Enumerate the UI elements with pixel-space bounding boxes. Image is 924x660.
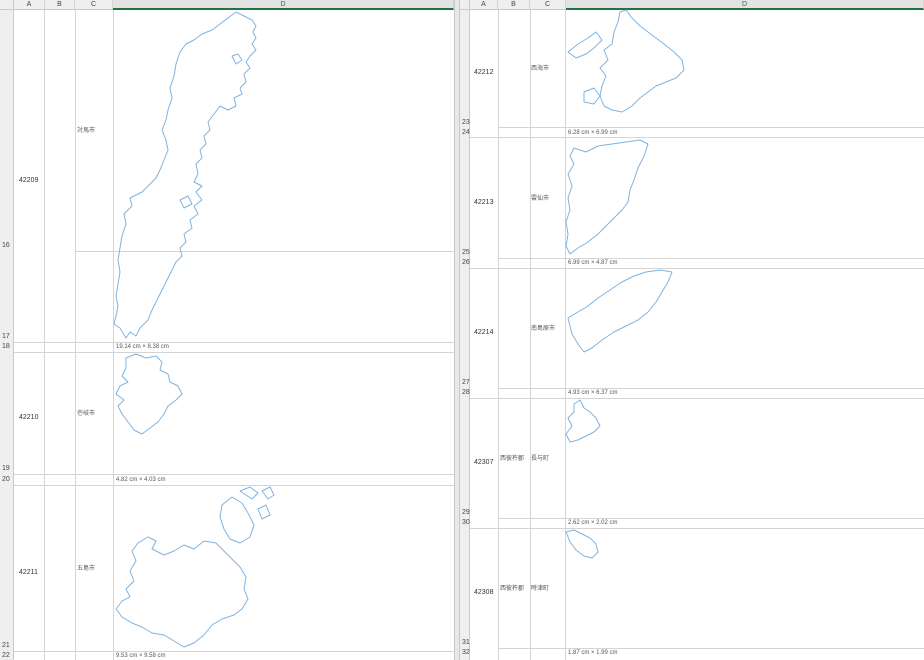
cell-size[interactable]: 6.99 cm × 4.87 cm bbox=[568, 259, 618, 267]
map-nagayo[interactable] bbox=[564, 398, 604, 446]
row-number[interactable]: 32 bbox=[460, 649, 470, 657]
grid-line bbox=[470, 137, 924, 138]
cell-city[interactable]: 壱岐市 bbox=[77, 410, 95, 418]
cell-size[interactable]: 1.87 cm × 1.99 cm bbox=[568, 649, 618, 657]
grid-line bbox=[14, 474, 454, 475]
map-iki[interactable] bbox=[112, 352, 186, 438]
cell-size[interactable]: 2.62 cm × 2.02 cm bbox=[568, 519, 618, 527]
row-number[interactable]: 22 bbox=[0, 652, 10, 660]
grid-line bbox=[498, 10, 499, 660]
cell-city[interactable]: 西海市 bbox=[531, 65, 549, 73]
cell-code[interactable]: 42307 bbox=[474, 459, 493, 467]
row-number[interactable]: 17 bbox=[0, 333, 10, 341]
row-number[interactable]: 16 bbox=[0, 242, 10, 250]
row-number[interactable]: 24 bbox=[460, 129, 470, 137]
cell-city[interactable]: 対馬市 bbox=[77, 127, 95, 135]
cell-city[interactable]: 長与町 bbox=[531, 455, 549, 463]
row-number[interactable]: 21 bbox=[0, 642, 10, 650]
grid-line bbox=[470, 268, 924, 269]
cell-city[interactable]: 時津町 bbox=[531, 585, 549, 593]
cell-code[interactable]: 42209 bbox=[19, 177, 38, 185]
select-all-corner[interactable] bbox=[0, 0, 14, 10]
column-header-c[interactable]: C bbox=[75, 0, 113, 10]
cell-size[interactable]: 4.93 cm × 6.37 cm bbox=[568, 389, 618, 397]
map-unzen[interactable] bbox=[564, 138, 650, 258]
grid-line bbox=[14, 651, 454, 652]
grid-line bbox=[470, 398, 924, 399]
row-number[interactable]: 19 bbox=[0, 465, 10, 473]
row-number[interactable]: 31 bbox=[460, 639, 470, 647]
map-togitsu[interactable] bbox=[564, 528, 602, 562]
column-header-a[interactable]: A bbox=[14, 0, 45, 10]
cell-code[interactable]: 42213 bbox=[474, 199, 493, 207]
row-number[interactable]: 23 bbox=[460, 119, 470, 127]
row-number[interactable]: 27 bbox=[460, 379, 470, 387]
map-minamishimabara[interactable] bbox=[564, 268, 676, 356]
cell-size[interactable]: 19.14 cm × 8.38 cm bbox=[116, 343, 169, 351]
grid-line bbox=[498, 518, 924, 519]
sheet-pane-left[interactable]: A B C D 16 17 18 19 20 21 22 42209 対馬市 1… bbox=[0, 0, 454, 660]
grid-line bbox=[75, 10, 76, 660]
select-all-corner[interactable] bbox=[460, 0, 470, 10]
cell-code[interactable]: 42211 bbox=[19, 569, 38, 577]
map-tsushima[interactable] bbox=[110, 10, 262, 342]
grid-line bbox=[14, 342, 45, 343]
cell-code[interactable]: 42210 bbox=[19, 414, 38, 422]
sheet-pane-right[interactable]: A B C D 23 24 25 26 27 28 29 30 31 32 42… bbox=[460, 0, 924, 660]
cell-city[interactable]: 雲仙市 bbox=[531, 195, 549, 203]
row-number[interactable]: 20 bbox=[0, 476, 10, 484]
grid-line bbox=[530, 10, 531, 660]
row-number[interactable]: 26 bbox=[460, 259, 470, 267]
map-goto[interactable] bbox=[112, 485, 280, 651]
grid-line bbox=[45, 342, 454, 343]
grid-line bbox=[14, 352, 454, 353]
row-number[interactable]: 30 bbox=[460, 519, 470, 527]
column-header-c[interactable]: C bbox=[530, 0, 566, 10]
cell-size[interactable]: 9.53 cm × 9.58 cm bbox=[116, 652, 166, 660]
cell-prefecture[interactable]: 西彼杵郡 bbox=[500, 585, 524, 593]
grid-line bbox=[498, 127, 924, 128]
grid-line bbox=[498, 388, 924, 389]
row-header-strip bbox=[460, 10, 470, 660]
cell-code[interactable]: 42212 bbox=[474, 69, 493, 77]
cell-prefecture[interactable]: 西彼杵郡 bbox=[500, 455, 524, 463]
column-header-b[interactable]: B bbox=[498, 0, 530, 10]
column-header-a[interactable]: A bbox=[470, 0, 498, 10]
cell-code[interactable]: 42308 bbox=[474, 589, 493, 597]
cell-city[interactable]: 五島市 bbox=[77, 565, 95, 573]
map-saikai[interactable] bbox=[564, 8, 688, 118]
row-number[interactable]: 18 bbox=[0, 343, 10, 351]
column-header-b[interactable]: B bbox=[45, 0, 75, 10]
row-number[interactable]: 25 bbox=[460, 249, 470, 257]
grid-line bbox=[470, 528, 924, 529]
grid-line bbox=[498, 258, 924, 259]
cell-city[interactable]: 南島原市 bbox=[531, 325, 555, 333]
column-header-d[interactable]: D bbox=[113, 0, 454, 10]
cell-code[interactable]: 42214 bbox=[474, 329, 493, 337]
row-number[interactable]: 28 bbox=[460, 389, 470, 397]
grid-line bbox=[498, 648, 924, 649]
cell-size[interactable]: 4.82 cm × 4.03 cm bbox=[116, 476, 166, 484]
cell-size[interactable]: 6.28 cm × 6.99 cm bbox=[568, 129, 618, 137]
grid-line bbox=[44, 10, 45, 660]
row-number[interactable]: 29 bbox=[460, 509, 470, 517]
